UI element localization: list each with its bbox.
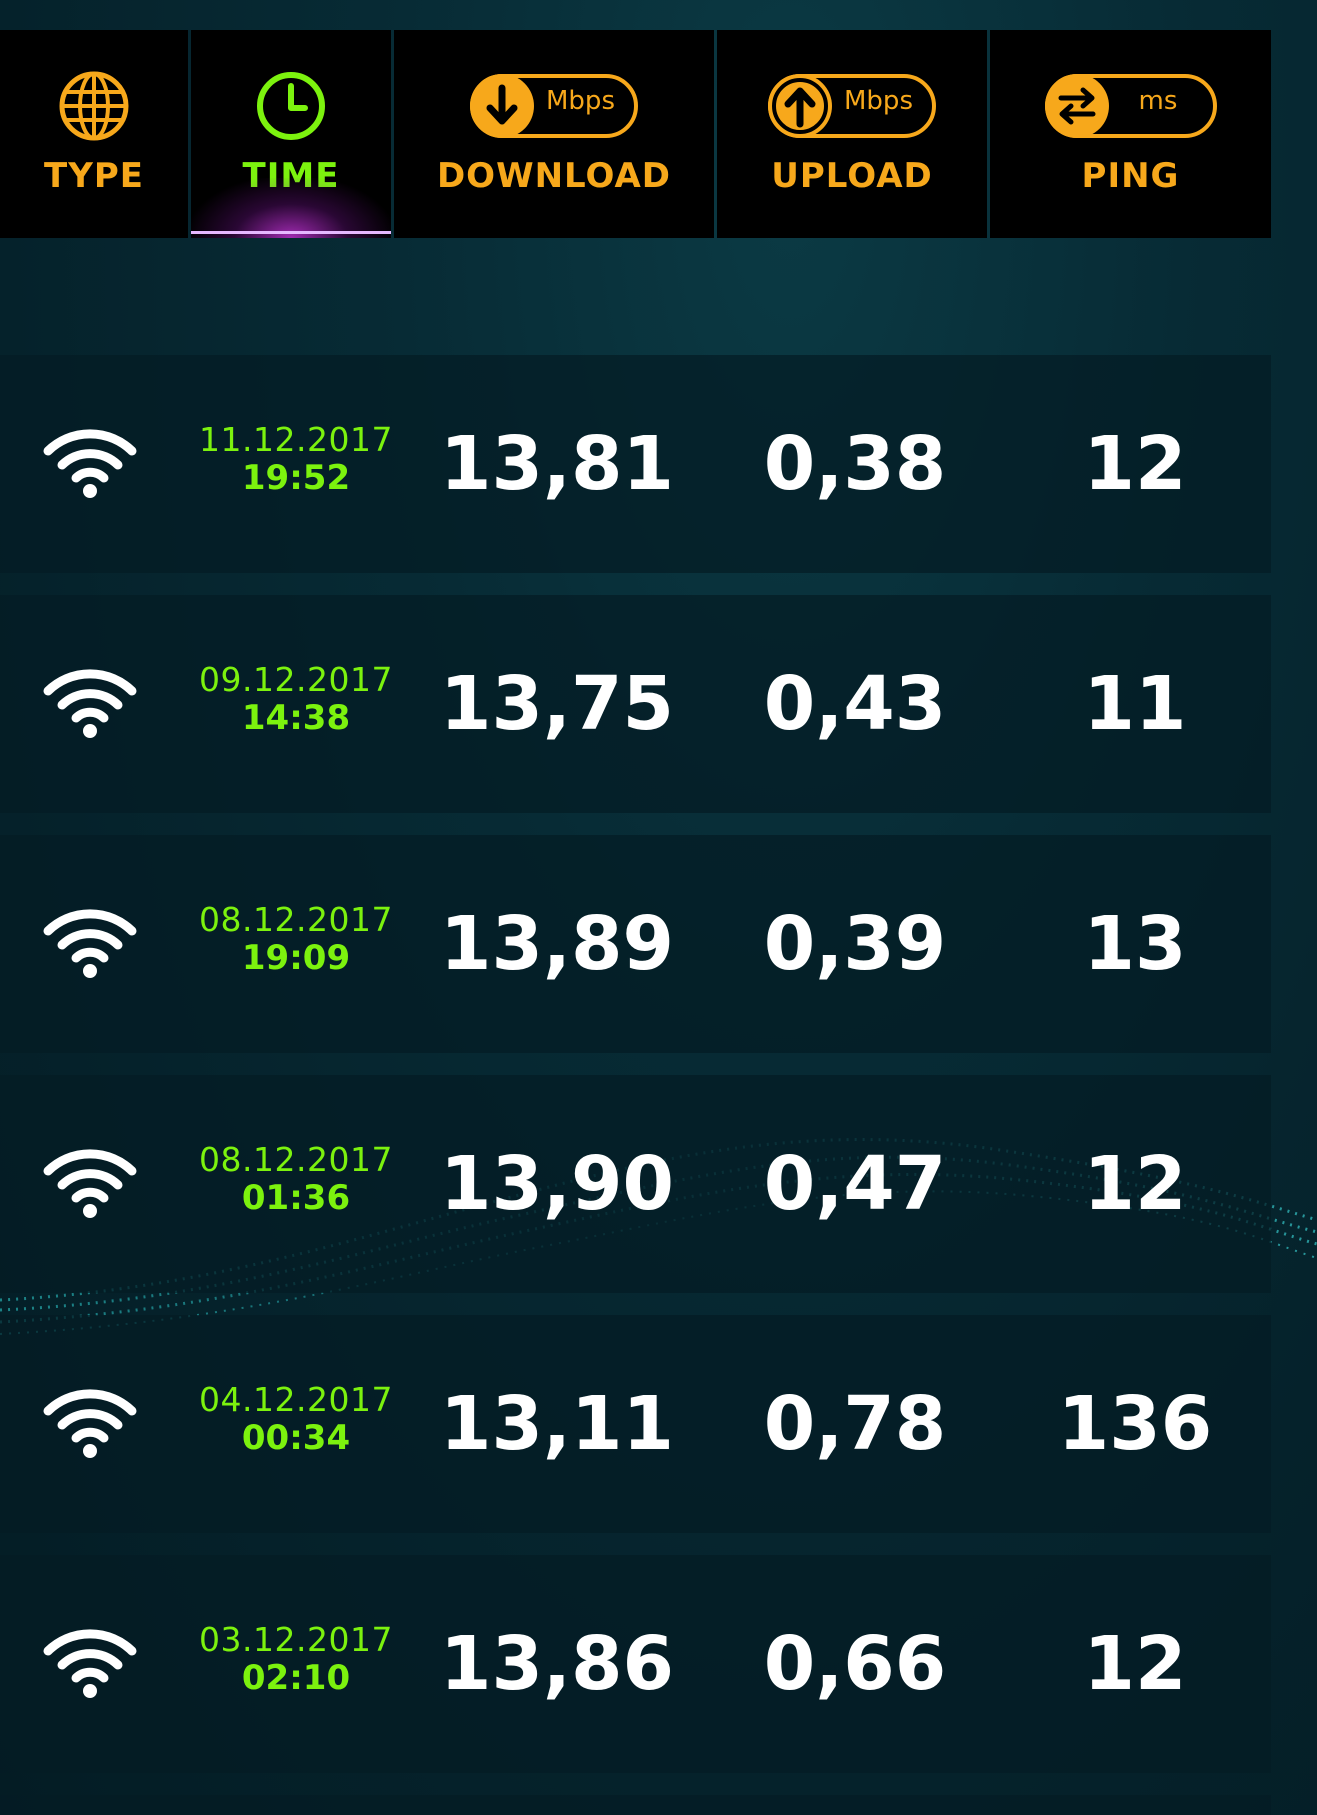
result-ping: 12 <box>1083 1141 1187 1227</box>
tab-upload-label: UPLOAD <box>771 156 933 196</box>
clock-icon <box>253 70 329 142</box>
result-upload: 0,47 <box>763 1141 947 1227</box>
result-date: 08.12.2017 <box>199 1140 393 1179</box>
tab-time[interactable]: TIME <box>191 30 391 238</box>
result-row[interactable]: 08.12.2017 01:36 13,90 0,47 12 <box>0 1075 1271 1293</box>
wifi-icon <box>42 1387 138 1463</box>
result-download: 13,89 <box>439 901 675 987</box>
upload-icon <box>768 74 832 138</box>
tab-upload[interactable]: Mbps UPLOAD <box>717 30 987 238</box>
ping-pill: ms <box>1044 70 1217 142</box>
result-download: 13,86 <box>439 1621 675 1707</box>
result-row[interactable]: 08.12.2017 19:09 13,89 0,39 13 <box>0 835 1271 1053</box>
result-ping: 11 <box>1083 661 1187 747</box>
result-date: 03.12.2017 <box>199 1620 393 1659</box>
result-upload: 0,38 <box>763 421 947 507</box>
download-unit: Mbps <box>546 86 615 116</box>
ping-unit-pill: ms <box>1044 74 1217 138</box>
tab-download[interactable]: Mbps DOWNLOAD <box>394 30 714 238</box>
result-download: 13,81 <box>439 421 675 507</box>
result-date: 11.12.2017 <box>199 420 393 459</box>
result-upload: 0,66 <box>763 1621 947 1707</box>
wifi-icon <box>42 907 138 983</box>
tab-ping-label: PING <box>1081 156 1180 196</box>
result-date: 08.12.2017 <box>199 900 393 939</box>
tab-time-label: TIME <box>242 156 340 196</box>
result-row[interactable]: 03.12.2017 02:10 13,86 0,66 12 <box>0 1555 1271 1773</box>
result-ping: 12 <box>1083 1621 1187 1707</box>
result-download: 13,11 <box>439 1381 675 1467</box>
globe-icon <box>56 70 132 142</box>
speedtest-history-screen: TYPE TIME Mbps DOWNLOAD Mbps UPLOAD ms P… <box>0 0 1317 1815</box>
result-time: 02:10 <box>241 1658 351 1698</box>
result-row[interactable]: 09.12.2017 14:38 13,75 0,43 11 <box>0 595 1271 813</box>
wifi-icon <box>42 1147 138 1223</box>
upload-pill: Mbps <box>768 70 936 142</box>
ping-icon <box>1044 74 1109 138</box>
upload-unit: Mbps <box>844 86 913 116</box>
result-row[interactable]: 11.12.2017 19:52 13,81 0,38 12 <box>0 355 1271 573</box>
result-row[interactable]: 04.12.2017 00:34 13,11 0,78 136 <box>0 1315 1271 1533</box>
download-pill: Mbps <box>470 70 638 142</box>
result-ping: 13 <box>1083 901 1187 987</box>
result-date: 04.12.2017 <box>199 1380 393 1419</box>
result-time: 01:36 <box>241 1178 351 1218</box>
upload-unit-pill: Mbps <box>768 74 936 138</box>
result-time: 19:52 <box>241 458 351 498</box>
download-unit-pill: Mbps <box>470 74 638 138</box>
result-upload: 0,43 <box>763 661 947 747</box>
tab-download-label: DOWNLOAD <box>436 156 672 196</box>
result-time: 00:34 <box>241 1418 351 1458</box>
result-time: 19:09 <box>241 938 351 978</box>
ping-unit: ms <box>1138 86 1178 116</box>
download-icon <box>470 74 534 138</box>
tab-type-label: TYPE <box>44 156 144 196</box>
result-upload: 0,78 <box>763 1381 947 1467</box>
result-download: 13,75 <box>439 661 675 747</box>
result-ping: 12 <box>1083 421 1187 507</box>
result-date: 09.12.2017 <box>199 660 393 699</box>
wifi-icon <box>42 667 138 743</box>
result-row-partial[interactable] <box>0 1795 1271 1815</box>
result-upload: 0,39 <box>763 901 947 987</box>
result-download: 13,90 <box>439 1141 675 1227</box>
results-header: TYPE TIME Mbps DOWNLOAD Mbps UPLOAD ms P… <box>0 30 1271 238</box>
tab-ping[interactable]: ms PING <box>990 30 1271 238</box>
result-time: 14:38 <box>241 698 351 738</box>
wifi-icon <box>42 427 138 503</box>
result-ping: 136 <box>1057 1381 1213 1467</box>
tab-type[interactable]: TYPE <box>0 30 188 238</box>
wifi-icon <box>42 1627 138 1703</box>
